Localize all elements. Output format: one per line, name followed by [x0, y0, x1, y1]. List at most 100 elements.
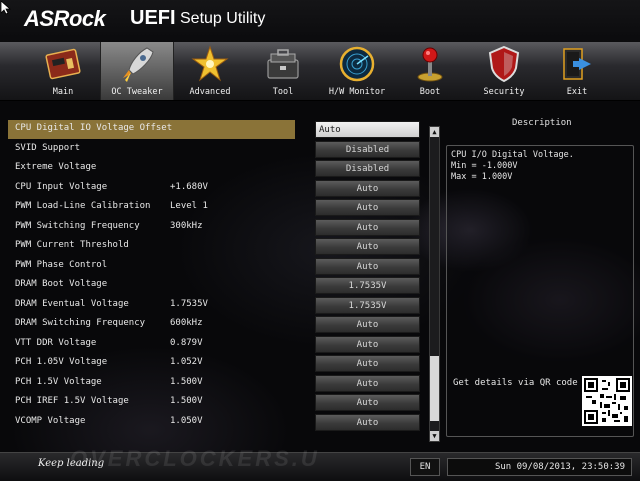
setting-label: SVID Support — [15, 142, 81, 153]
setting-row[interactable]: PWM Current Threshold Auto — [0, 237, 425, 256]
setting-current-value: Level 1 — [170, 201, 208, 211]
setting-value-dropdown[interactable]: Auto — [315, 179, 420, 197]
qr-code-icon — [582, 376, 632, 426]
description-title: Description — [512, 118, 572, 128]
setting-value-dropdown[interactable]: 1.7535V — [315, 296, 420, 314]
setting-label: PWM Current Threshold — [15, 240, 129, 250]
description-text: CPU I/O Digital Voltage. Min = -1.000V M… — [451, 150, 574, 183]
toolbox-icon — [267, 49, 299, 79]
setting-label: CPU Digital IO Voltage Offset — [15, 123, 173, 133]
setting-current-value: 1.050V — [170, 415, 203, 426]
setting-value-dropdown[interactable]: Auto — [315, 413, 420, 431]
tab-hw-monitor-label: H/W Monitor — [328, 87, 386, 97]
setting-row[interactable]: Extreme Voltage Disabled — [0, 159, 425, 178]
description-line: Min = -1.000V — [451, 161, 518, 171]
setting-label: PCH IREF 1.5V Voltage — [15, 396, 129, 406]
tab-security-label: Security — [483, 87, 525, 97]
uefi-label: UEFI — [130, 7, 176, 29]
setting-value-dropdown[interactable]: Auto — [315, 238, 420, 255]
language-button[interactable]: EN — [410, 458, 440, 476]
setting-row[interactable]: DRAM Eventual Voltage 1.7535V 1.7535V — [0, 296, 425, 315]
setting-row[interactable]: SVID Support Disabled — [0, 140, 425, 159]
setting-value-dropdown[interactable]: Auto — [315, 121, 420, 138]
setting-label: PWM Switching Frequency — [15, 220, 140, 231]
tab-oc-tweaker-label: OC Tweaker — [111, 87, 163, 97]
setting-current-value: 1.7535V — [170, 298, 208, 309]
star-burst-icon — [191, 45, 229, 82]
setting-row[interactable]: DRAM Boot Voltage 1.7535V — [0, 276, 425, 295]
setting-value-dropdown[interactable]: Auto — [315, 394, 420, 411]
setting-current-value: 1.500V — [170, 376, 203, 387]
app-title: Setup Utility — [180, 10, 266, 27]
setting-current-value: 600kHz — [170, 318, 203, 328]
setting-value-dropdown[interactable]: Auto — [315, 335, 420, 353]
setting-label: VTT DDR Voltage — [15, 337, 97, 348]
exit-door-icon — [563, 48, 591, 80]
setting-label: PCH 1.05V Voltage — [15, 357, 108, 367]
setting-row[interactable]: DRAM Switching Frequency 600kHz Auto — [0, 315, 425, 334]
nav-bar: Main OC Tweaker Advanced Tool H/W Monito… — [0, 42, 640, 101]
setting-label: PWM Phase Control — [15, 259, 108, 270]
setting-current-value: +1.680V — [170, 181, 208, 192]
scroll-down-arrow-icon[interactable]: ▼ — [430, 431, 439, 441]
setting-row[interactable]: PCH 1.5V Voltage 1.500V Auto — [0, 374, 425, 393]
tab-security[interactable]: Security — [468, 42, 540, 100]
tab-oc-tweaker[interactable]: OC Tweaker — [100, 42, 174, 100]
setting-row[interactable]: PCH 1.05V Voltage 1.052V Auto — [0, 354, 425, 373]
setting-row[interactable]: PWM Phase Control Auto — [0, 257, 425, 276]
tab-advanced[interactable]: Advanced — [174, 42, 246, 100]
settings-list: CPU Digital IO Voltage Offset Auto SVID Su… — [0, 120, 425, 435]
setting-value-dropdown[interactable]: Auto — [315, 355, 420, 372]
setting-row[interactable]: PWM Load-Line Calibration Level 1 Auto — [0, 198, 425, 217]
setting-current-value: 1.500V — [170, 396, 203, 406]
setting-label: PWM Load-Line Calibration — [15, 201, 151, 211]
tab-main[interactable]: Main — [27, 42, 99, 100]
scroll-up-arrow-icon[interactable]: ▲ — [430, 127, 439, 137]
tab-hw-monitor[interactable]: H/W Monitor — [321, 42, 393, 100]
tab-main-label: Main — [52, 87, 74, 97]
radar-icon — [339, 46, 375, 82]
tab-boot[interactable]: Boot — [394, 42, 466, 100]
header-bar: ASRock UEFI Setup Utility — [0, 0, 640, 42]
setting-row[interactable]: CPU Digital IO Voltage Offset Auto — [0, 120, 425, 139]
setting-row[interactable]: VTT DDR Voltage 0.879V Auto — [0, 335, 425, 354]
setting-label: DRAM Eventual Voltage — [15, 298, 129, 309]
asrock-logo: ASRock — [24, 6, 106, 31]
mouse-cursor-icon — [1, 1, 11, 15]
main-board-icon — [45, 48, 81, 80]
tab-exit[interactable]: Exit — [541, 42, 613, 100]
setting-value-dropdown[interactable]: Auto — [315, 199, 420, 216]
setting-current-value: 1.052V — [170, 357, 203, 367]
description-line: Max = 1.000V — [451, 172, 513, 182]
setting-value-dropdown[interactable]: Disabled — [315, 140, 420, 158]
setting-current-value: 300kHz — [170, 220, 203, 231]
setting-value-dropdown[interactable]: Disabled — [315, 160, 420, 177]
joystick-icon — [417, 47, 443, 82]
setting-label: Extreme Voltage — [15, 162, 97, 172]
qr-caption: Get details via QR code — [453, 378, 578, 388]
setting-value-dropdown[interactable]: Auto — [315, 257, 420, 275]
setting-row[interactable]: PCH IREF 1.5V Voltage 1.500V Auto — [0, 393, 425, 412]
slogan: Keep leading — [38, 458, 105, 469]
setting-label: DRAM Switching Frequency — [15, 318, 146, 328]
tab-advanced-label: Advanced — [189, 87, 231, 97]
setting-row[interactable]: VCOMP Voltage 1.050V Auto — [0, 413, 425, 432]
setting-label: CPU Input Voltage — [15, 181, 108, 192]
tab-tool-label: Tool — [272, 87, 294, 97]
setting-value-dropdown[interactable]: 1.7535V — [315, 277, 420, 294]
scroll-thumb[interactable] — [430, 356, 439, 422]
scrollbar[interactable]: ▲ ▼ — [429, 126, 440, 442]
tab-exit-label: Exit — [566, 87, 588, 97]
setting-value-dropdown[interactable]: Auto — [315, 316, 420, 333]
setting-value-dropdown[interactable]: Auto — [315, 374, 420, 392]
tab-tool[interactable]: Tool — [247, 42, 319, 100]
shield-icon — [488, 45, 520, 83]
tab-boot-label: Boot — [419, 87, 441, 97]
setting-current-value: 0.879V — [170, 337, 203, 348]
watermark: OVERCLOCKERS.U — [70, 446, 320, 471]
setting-row[interactable]: PWM Switching Frequency 300kHz Auto — [0, 218, 425, 237]
setting-label: PCH 1.5V Voltage — [15, 376, 102, 387]
setting-value-dropdown[interactable]: Auto — [315, 218, 420, 236]
rocket-icon — [123, 47, 154, 82]
setting-row[interactable]: CPU Input Voltage +1.680V Auto — [0, 179, 425, 198]
